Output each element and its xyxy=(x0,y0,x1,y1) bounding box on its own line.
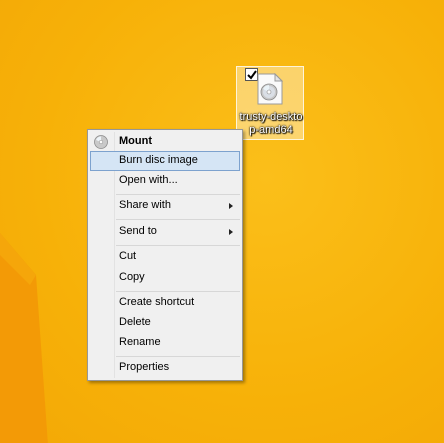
menu-separator xyxy=(116,194,240,195)
menu-item-label: Create shortcut xyxy=(119,296,195,308)
disc-icon xyxy=(93,134,109,150)
menu-item-cut[interactable]: Cut xyxy=(90,247,240,267)
desktop-file-icon-item[interactable]: trusty-deskto p-amd64 xyxy=(236,66,304,140)
desktop-file-label-line1: trusty-deskto xyxy=(239,111,303,123)
submenu-arrow-icon xyxy=(229,229,233,235)
disc-image-file-icon xyxy=(257,72,284,105)
menu-separator xyxy=(116,356,240,357)
menu-item-label: Open with... xyxy=(119,174,178,186)
menu-item-open-with[interactable]: Open with... xyxy=(90,171,240,191)
menu-separator xyxy=(116,219,240,220)
menu-item-label: Copy xyxy=(119,271,145,283)
menu-item-send-to[interactable]: Send to xyxy=(90,222,240,242)
menu-item-label: Mount xyxy=(119,135,152,147)
menu-item-rename[interactable]: Rename xyxy=(90,333,240,353)
menu-item-label: Properties xyxy=(119,361,170,373)
desktop-file-label: trusty-deskto p-amd64 xyxy=(237,111,305,137)
menu-item-label: Send to xyxy=(119,225,157,237)
menu-item-delete[interactable]: Delete xyxy=(90,313,240,333)
menu-item-create-shortcut[interactable]: Create shortcut xyxy=(90,293,240,313)
menu-item-burn-disc-image[interactable]: Burn disc image xyxy=(90,151,240,171)
desktop-file-label-line2: p-amd64 xyxy=(249,124,293,136)
menu-item-properties[interactable]: Properties xyxy=(90,358,240,378)
menu-item-mount[interactable]: Mount xyxy=(90,132,240,152)
menu-item-share-with[interactable]: Share with xyxy=(90,196,240,216)
submenu-arrow-icon xyxy=(229,203,233,209)
context-menu: Mount Burn disc image Open with... Share… xyxy=(87,129,243,381)
menu-separator xyxy=(116,245,240,246)
menu-item-label: Cut xyxy=(119,250,137,262)
menu-item-label: Rename xyxy=(119,336,161,348)
menu-item-label: Share with xyxy=(119,199,171,211)
menu-item-copy[interactable]: Copy xyxy=(90,268,240,288)
menu-item-label: Delete xyxy=(119,316,151,328)
desktop[interactable]: trusty-deskto p-amd64 Mount Burn disc im… xyxy=(0,0,444,443)
menu-item-label: Burn disc image xyxy=(119,154,198,166)
menu-separator xyxy=(116,291,240,292)
